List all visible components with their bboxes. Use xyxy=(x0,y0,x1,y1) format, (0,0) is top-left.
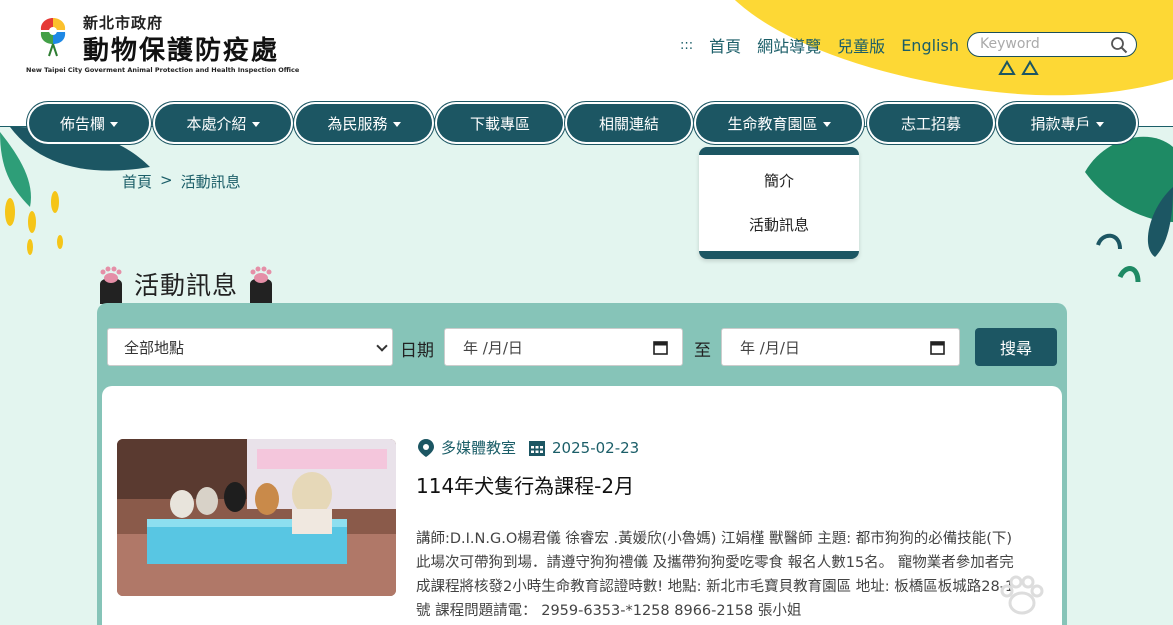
event-meta: 多媒體教室 2025-02-23 xyxy=(417,437,651,458)
paw-icon xyxy=(250,266,273,304)
nav-bulletin-label: 佈告欄 xyxy=(59,114,105,133)
nav-links-label: 相關連結 xyxy=(598,114,659,133)
nav-life-education-label: 生命教育園區 xyxy=(727,114,818,133)
nav-volunteers[interactable]: 志工招募 xyxy=(869,104,993,142)
search-icon[interactable] xyxy=(1110,36,1128,54)
accesskey-marker[interactable]: ::: xyxy=(680,38,693,53)
nav-life-education[interactable]: 生命教育園區 xyxy=(696,104,862,142)
event-photo xyxy=(117,439,396,596)
nav-donations-label: 捐款專戶 xyxy=(1030,114,1091,133)
nav-services[interactable]: 為民服務 xyxy=(296,104,432,142)
event-title[interactable]: 114年犬隻行為課程-2月 xyxy=(416,470,634,499)
start-date-placeholder: 年 /月/日 xyxy=(463,338,523,357)
breadcrumb-separator: > xyxy=(160,171,173,189)
nav-about-label: 本處介紹 xyxy=(186,114,247,133)
chevron-down-icon xyxy=(251,121,260,127)
search-box xyxy=(967,32,1137,57)
top-link-sitemap[interactable]: 網站導覽 xyxy=(757,33,821,57)
leaf-decoration-right-icon xyxy=(1085,136,1173,283)
top-link-english[interactable]: English xyxy=(901,36,959,55)
site-logo[interactable]: 新北市政府 動物保護防疫處 New Taipei City Goverment … xyxy=(26,10,299,80)
nav-about[interactable]: 本處介紹 xyxy=(155,104,291,142)
event-date: 2025-02-23 xyxy=(552,438,640,457)
nav-bulletin[interactable]: 佈告欄 xyxy=(29,104,149,142)
calendar-icon xyxy=(529,440,546,456)
breadcrumb-current[interactable]: 活動訊息 xyxy=(181,171,241,192)
chevron-down-icon xyxy=(1095,121,1104,127)
chevron-down-icon xyxy=(110,121,118,127)
date-label: 日期 xyxy=(400,341,434,361)
calendar-icon[interactable] xyxy=(930,340,945,355)
start-date-input[interactable]: 年 /月/日 xyxy=(444,328,683,366)
main-nav: 佈告欄 本處介紹 為民服務 下載專區 相關連結 生命教育園區 志工招募 捐款專戶 xyxy=(0,100,1173,148)
nav-donations[interactable]: 捐款專戶 xyxy=(998,104,1136,142)
top-links: ::: 首頁 網站導覽 兒童版 English xyxy=(680,33,959,57)
logo-english-name: New Taipei City Goverment Animal Protect… xyxy=(26,66,300,74)
search-button[interactable]: 搜尋 xyxy=(975,328,1057,366)
nav-downloads[interactable]: 下載專區 xyxy=(437,104,563,142)
nav-services-label: 為民服務 xyxy=(327,114,388,133)
paw-watermark-icon xyxy=(1000,575,1044,615)
nav-links[interactable]: 相關連結 xyxy=(567,104,691,142)
chevron-down-icon xyxy=(822,121,831,127)
event-thumbnail[interactable] xyxy=(117,439,396,596)
breadcrumb-home[interactable]: 首頁 xyxy=(122,171,152,192)
top-link-kids[interactable]: 兒童版 xyxy=(837,33,885,57)
breadcrumb: 首頁 > 活動訊息 xyxy=(122,171,241,192)
chevron-down-icon xyxy=(376,340,388,352)
nav-downloads-label: 下載專區 xyxy=(469,114,530,133)
page-title-block: 活動訊息 xyxy=(96,262,276,306)
calendar-icon[interactable] xyxy=(653,340,668,355)
logo-title: 動物保護防疫處 xyxy=(83,36,280,66)
life-education-dropdown: 簡介 活動訊息 xyxy=(699,147,859,259)
location-select-value: 全部地點 xyxy=(124,338,185,357)
event-location: 多媒體教室 xyxy=(441,439,517,457)
event-description: 講師:D.I.N.G.O楊君儀 徐睿宏 .黃媛欣(小魯媽) 江娟槿 獸醫師 主題… xyxy=(416,531,1015,619)
to-label: 至 xyxy=(694,341,711,361)
page-title: 活動訊息 xyxy=(134,271,239,300)
location-pin-icon xyxy=(418,438,434,457)
chevron-down-icon xyxy=(392,121,401,127)
top-link-home[interactable]: 首頁 xyxy=(709,33,741,57)
dropdown-item-intro[interactable]: 簡介 xyxy=(699,159,859,203)
end-date-placeholder: 年 /月/日 xyxy=(740,338,800,357)
end-date-input[interactable]: 年 /月/日 xyxy=(721,328,960,366)
pawprint-decoration-icon xyxy=(998,60,1039,75)
logo-icon xyxy=(40,18,66,57)
nav-volunteers-label: 志工招募 xyxy=(900,114,961,133)
location-select[interactable]: 全部地點 xyxy=(107,328,393,366)
paw-icon xyxy=(100,266,122,304)
dropdown-item-events[interactable]: 活動訊息 xyxy=(699,203,859,247)
